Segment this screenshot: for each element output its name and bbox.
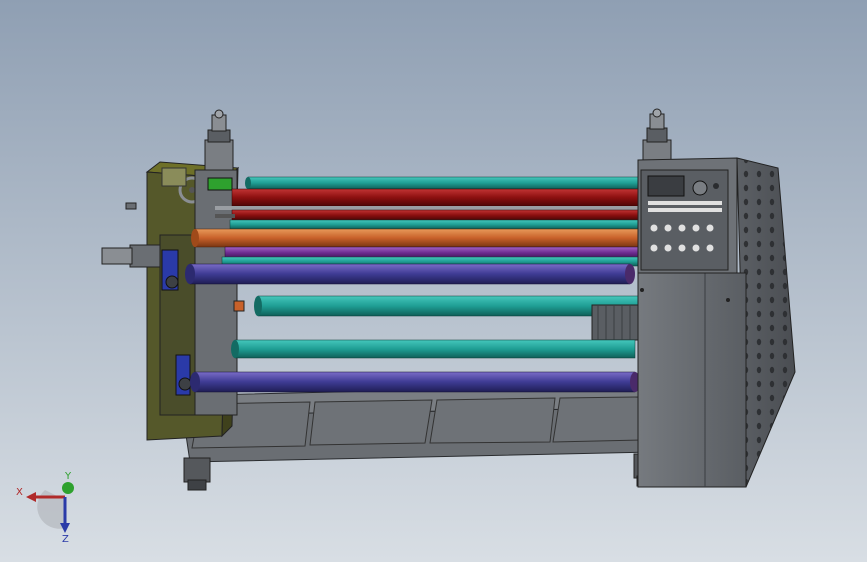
roller-purple-upper [189,263,631,285]
roller-teal-bottom [234,339,636,359]
roller-red-2 [231,209,641,221]
roller-purple-bottom [194,371,636,393]
display-screen [647,175,685,197]
axis-x-label: X [16,487,23,498]
roller-orange [194,228,641,248]
roller-teal-thin [229,219,641,230]
motor [591,304,641,341]
roller-teal-top [247,176,641,190]
cad-viewport[interactable]: X Y Z [0,0,867,562]
machine-model-view[interactable]: X Y Z [0,0,867,562]
axis-z-label: Z [62,534,69,545]
foot-left [183,457,211,483]
roller-red-1 [231,188,641,207]
roller-teal-lower [257,295,641,317]
dial-knob[interactable] [692,180,708,196]
axis-y-label: Y [64,471,72,482]
